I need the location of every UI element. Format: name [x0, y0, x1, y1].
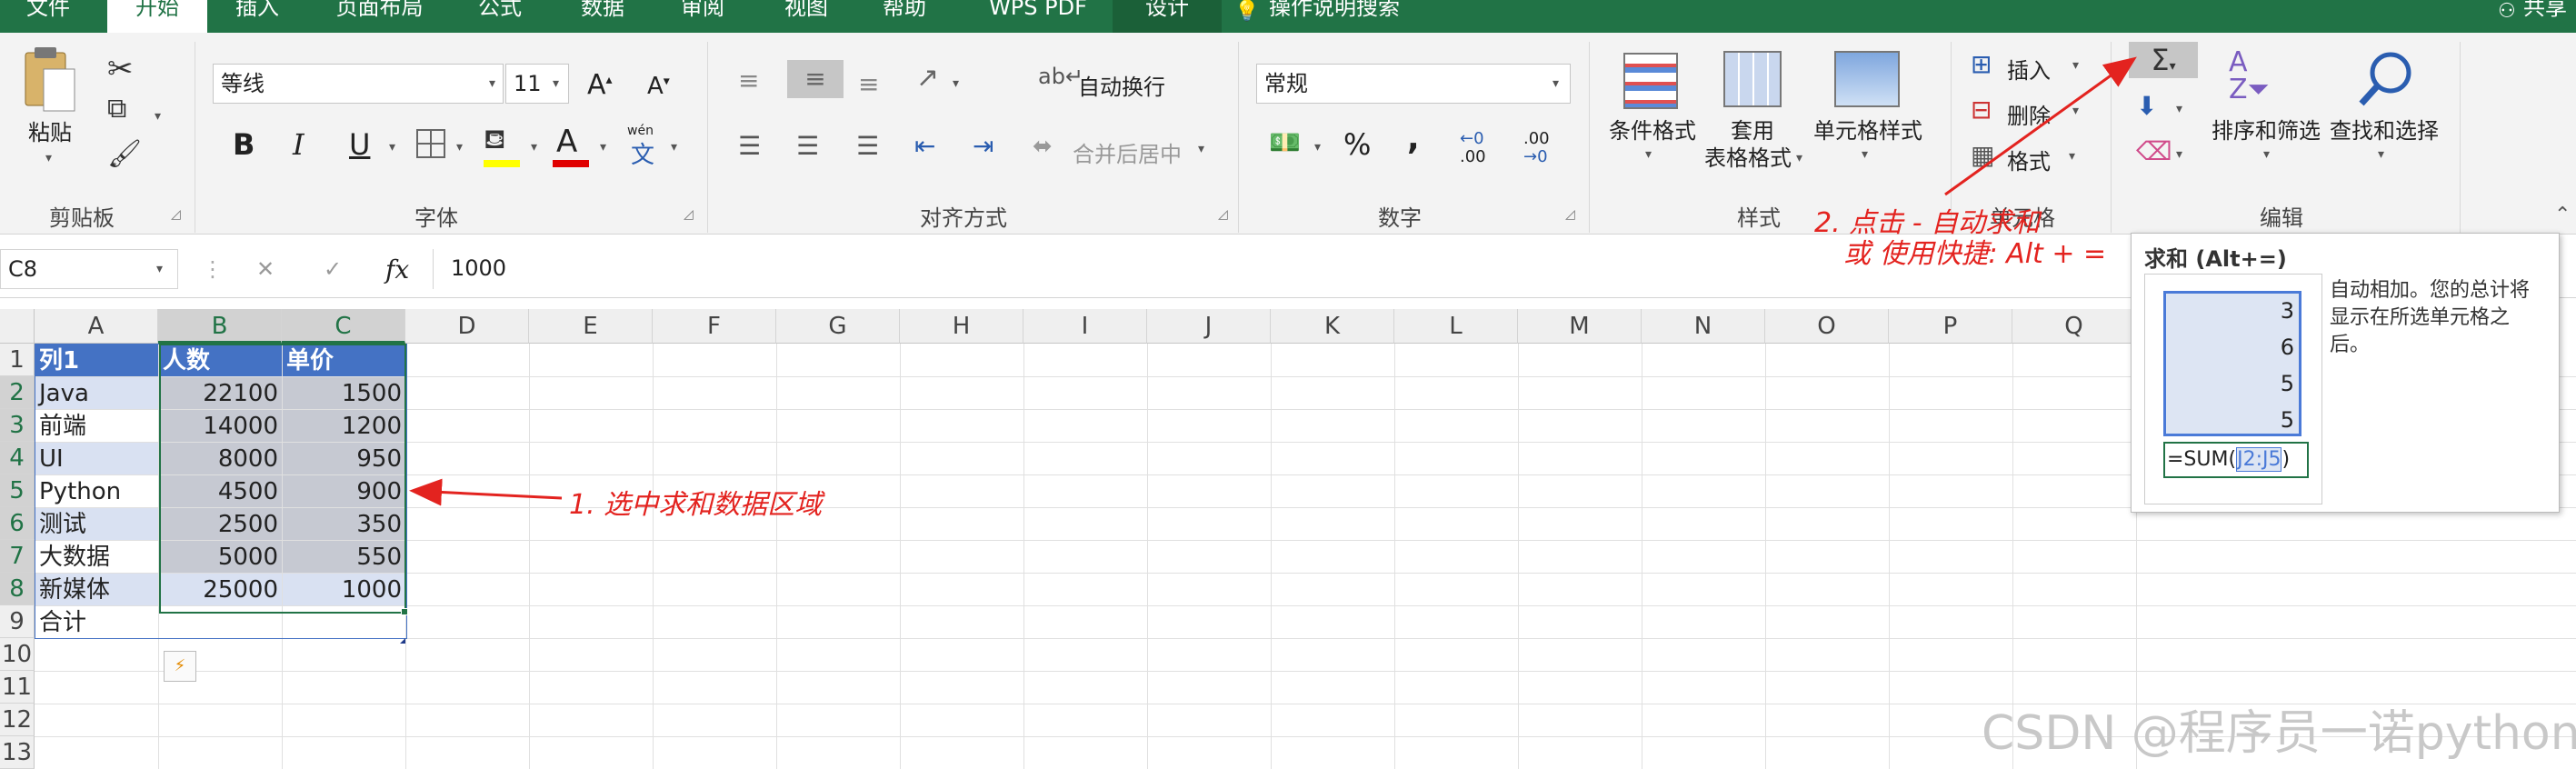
tooltip-desc-line1: 自动相加。您的总计将: [2330, 279, 2531, 302]
arrow-step2: [1944, 56, 2137, 196]
preview-value: 3: [2280, 298, 2294, 324]
watermark: CSDN @程序员一诺python: [1982, 706, 2576, 761]
arrow-step1: [409, 478, 563, 506]
preview-value: 5: [2280, 371, 2294, 396]
preview-value: 6: [2280, 335, 2294, 360]
autosum-tooltip: 求和 (Alt+=) 3 6 5 5 =SUM(J2:J5) 自动相加。您的总计…: [2131, 233, 2560, 513]
preview-value: 5: [2280, 407, 2294, 433]
tooltip-desc-line2: 显示在所选单元格之: [2330, 306, 2511, 329]
tooltip-preview: 3 6 5 5 =SUM(J2:J5): [2144, 274, 2322, 504]
preview-formula: =SUM(J2:J5): [2163, 442, 2309, 478]
tooltip-desc-line3: 后。: [2330, 334, 2371, 356]
annotation-step2-line2: 或 使用快捷: Alt + =: [1843, 238, 2107, 270]
tooltip-title: 求和 (Alt+=): [2144, 246, 2287, 272]
